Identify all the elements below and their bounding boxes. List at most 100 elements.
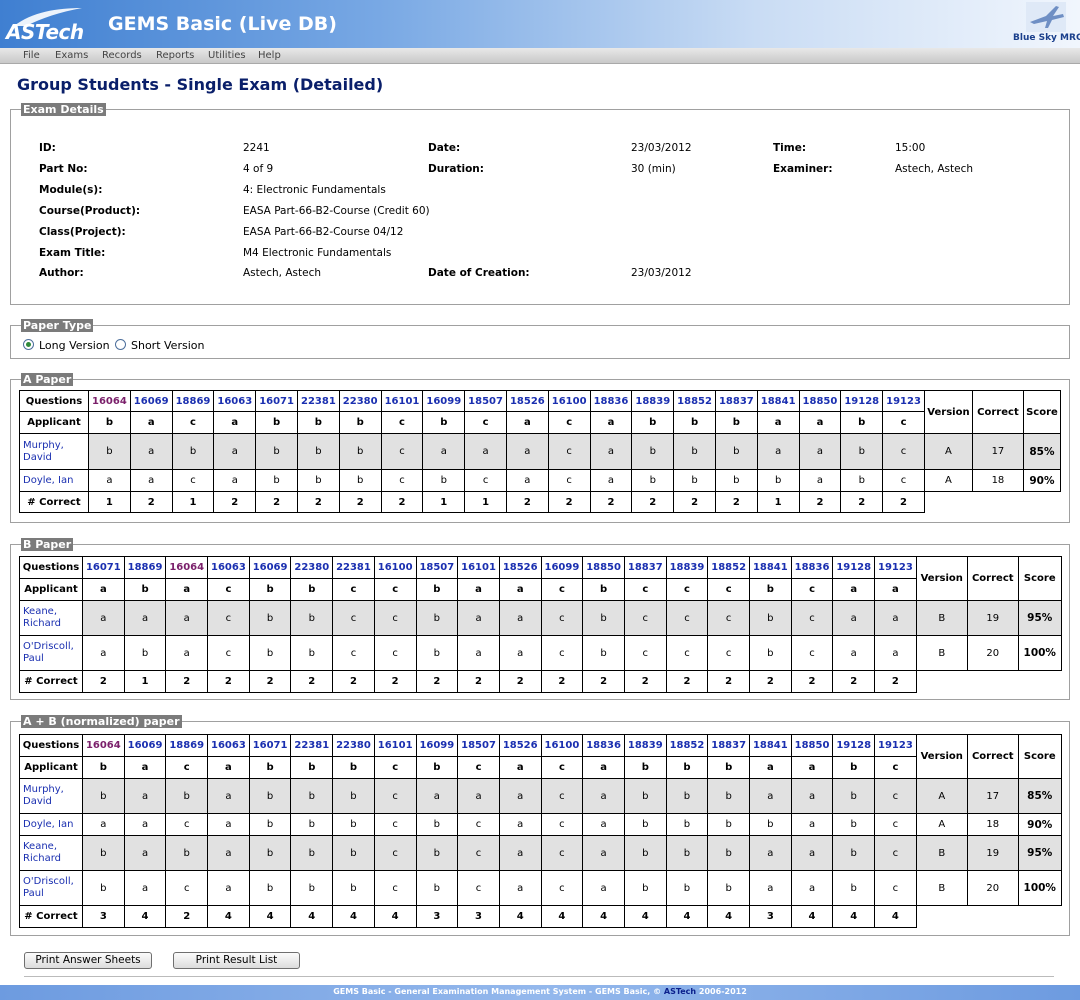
question-link[interactable]: 18869 — [171, 390, 215, 412]
question-link[interactable]: 16071 — [255, 390, 298, 412]
question-link[interactable]: 18852 — [673, 390, 716, 412]
question-link[interactable]: 16071 — [82, 556, 125, 579]
question-link[interactable]: 22380 — [338, 390, 382, 412]
question-link[interactable]: 18852 — [707, 556, 750, 579]
student-name-link[interactable]: Murphy, David — [19, 433, 89, 470]
answer-key-cell: b — [415, 578, 459, 601]
student-answer-cell: a — [790, 778, 834, 814]
question-link[interactable]: 18850 — [798, 390, 842, 412]
correct-count-cell: 1 — [464, 491, 507, 513]
question-link[interactable]: 18526 — [505, 390, 549, 412]
question-link[interactable]: 18837 — [623, 556, 667, 579]
question-link[interactable]: 18839 — [623, 734, 667, 757]
question-link[interactable]: 18841 — [756, 390, 800, 412]
student-score-cell: 85% — [1017, 778, 1062, 814]
student-name-link[interactable]: Murphy, David — [19, 778, 83, 814]
question-link[interactable]: 18837 — [707, 734, 750, 757]
question-link[interactable]: 19123 — [882, 390, 925, 412]
question-link[interactable]: 16069 — [129, 390, 173, 412]
question-link[interactable]: 16069 — [248, 556, 292, 579]
answer-key-cell: b — [840, 411, 884, 434]
student-answer-cell: b — [422, 469, 466, 492]
menu-exams[interactable]: Exams — [55, 50, 88, 61]
menu-reports[interactable]: Reports — [156, 50, 194, 61]
student-version-cell: A — [923, 433, 973, 470]
menu-utilities[interactable]: Utilities — [208, 50, 246, 61]
question-link[interactable]: 18507 — [464, 390, 507, 412]
student-answer-cell: b — [623, 870, 667, 906]
question-link[interactable]: 22381 — [332, 556, 375, 579]
correct-count-cell: 4 — [207, 905, 250, 928]
question-link[interactable]: 16064 — [82, 734, 125, 757]
question-link[interactable]: 22381 — [290, 734, 334, 757]
question-link[interactable]: 16099 — [422, 390, 466, 412]
question-link[interactable]: 16069 — [123, 734, 167, 757]
question-link[interactable]: 16063 — [207, 734, 250, 757]
b-paper-legend: B Paper — [21, 538, 74, 551]
question-link[interactable]: 19123 — [874, 734, 917, 757]
question-link[interactable]: 16101 — [380, 390, 424, 412]
student-name-link[interactable]: Keane, Richard — [19, 835, 83, 871]
question-link[interactable]: 16064 — [165, 556, 209, 579]
question-link[interactable]: 18836 — [790, 556, 834, 579]
student-answer-cell: a — [798, 433, 842, 470]
question-link[interactable]: 16099 — [540, 556, 584, 579]
question-link[interactable]: 18850 — [582, 556, 625, 579]
question-link[interactable]: 16071 — [248, 734, 292, 757]
question-link[interactable]: 18507 — [415, 556, 459, 579]
question-link[interactable]: 22381 — [296, 390, 340, 412]
question-link[interactable]: 22380 — [290, 556, 334, 579]
student-name-link[interactable]: O'Driscoll, Paul — [19, 870, 83, 906]
question-link[interactable]: 18841 — [749, 734, 792, 757]
question-link[interactable]: 16099 — [415, 734, 459, 757]
question-link[interactable]: 18850 — [790, 734, 834, 757]
menu-file[interactable]: File — [23, 50, 40, 61]
question-link[interactable]: 18841 — [749, 556, 792, 579]
question-link[interactable]: 16100 — [547, 390, 591, 412]
long-version-radio[interactable]: Long Version — [23, 339, 110, 352]
course-label: Course(Product): — [39, 205, 141, 217]
answer-key-cell: b — [82, 756, 125, 779]
print-result-list-button[interactable]: Print Result List — [173, 952, 300, 969]
question-link[interactable]: 18869 — [123, 556, 167, 579]
question-link[interactable]: 19128 — [840, 390, 884, 412]
paper-type-panel: Paper Type Long Version Short Version — [10, 319, 1070, 359]
question-link[interactable]: 16101 — [457, 556, 500, 579]
student-name-link[interactable]: Doyle, Ian — [19, 469, 89, 492]
question-link[interactable]: 19123 — [874, 556, 917, 579]
correct-count-cell: 2 — [373, 670, 417, 693]
print-answer-sheets-button[interactable]: Print Answer Sheets — [24, 952, 152, 969]
question-link[interactable]: 16100 — [373, 556, 417, 579]
question-link[interactable]: 18836 — [589, 390, 633, 412]
question-link[interactable]: 18507 — [457, 734, 500, 757]
menu-help[interactable]: Help — [258, 50, 281, 61]
question-link[interactable]: 18526 — [498, 556, 542, 579]
question-link[interactable]: 18839 — [665, 556, 709, 579]
question-link[interactable]: 16063 — [213, 390, 257, 412]
question-link[interactable]: 19128 — [832, 556, 876, 579]
question-link[interactable]: 19128 — [832, 734, 876, 757]
question-link[interactable]: 18526 — [498, 734, 542, 757]
question-link[interactable]: 16063 — [207, 556, 250, 579]
question-link[interactable]: 18852 — [665, 734, 709, 757]
student-name-link[interactable]: O'Driscoll, Paul — [19, 635, 83, 671]
short-version-radio[interactable]: Short Version — [115, 339, 204, 352]
question-link[interactable]: 18836 — [582, 734, 625, 757]
question-link[interactable]: 22380 — [332, 734, 375, 757]
question-link[interactable]: 18869 — [165, 734, 209, 757]
student-name-link[interactable]: Keane, Richard — [19, 600, 83, 636]
student-answer-cell: c — [207, 600, 250, 636]
student-answer-cell: b — [714, 433, 758, 470]
student-correct-cell: 17 — [971, 433, 1024, 470]
question-link[interactable]: 16101 — [373, 734, 417, 757]
menu-records[interactable]: Records — [102, 50, 142, 61]
question-link[interactable]: 16064 — [88, 390, 131, 412]
question-link[interactable]: 16100 — [540, 734, 584, 757]
correct-count-cell: 4 — [498, 905, 542, 928]
radio-checked-icon — [23, 339, 34, 350]
questions-header: Questions — [19, 556, 83, 579]
correct-count-cell: 2 — [338, 491, 382, 513]
student-name-link[interactable]: Doyle, Ian — [19, 813, 83, 836]
question-link[interactable]: 18837 — [714, 390, 758, 412]
question-link[interactable]: 18839 — [631, 390, 675, 412]
